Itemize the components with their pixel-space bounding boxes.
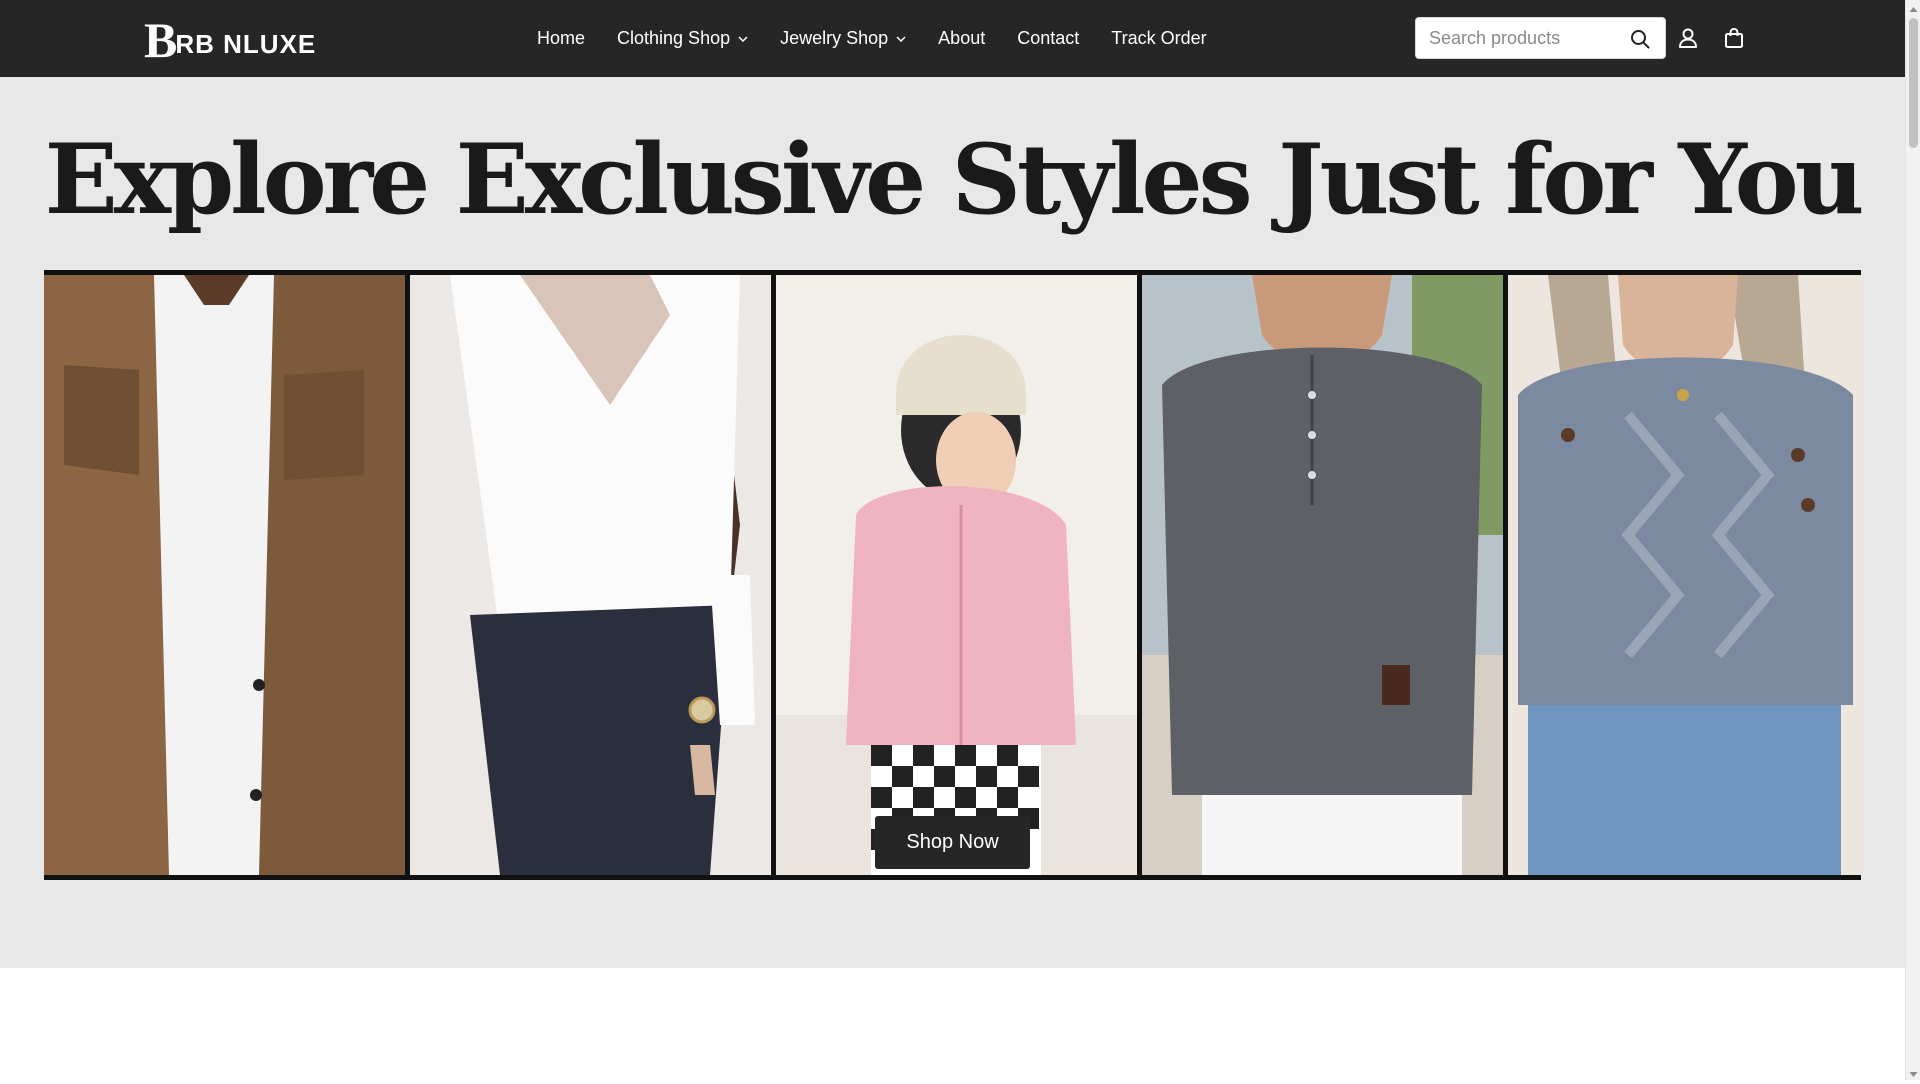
banner-panel-grey-henley bbox=[1142, 275, 1503, 875]
search-box bbox=[1415, 17, 1666, 59]
shop-now-button[interactable]: Shop Now bbox=[875, 816, 1030, 869]
main-nav: Home Clothing Shop Jewelry Shop About Co… bbox=[537, 0, 1207, 77]
scroll-down-arrow-icon[interactable] bbox=[1909, 1066, 1918, 1077]
nav-clothing-shop[interactable]: Clothing Shop bbox=[617, 28, 748, 49]
nav-track-order-label: Track Order bbox=[1111, 28, 1207, 48]
hero-banner-image bbox=[44, 270, 1861, 880]
cart-icon[interactable] bbox=[1721, 25, 1747, 51]
nav-track-order[interactable]: Track Order bbox=[1111, 28, 1206, 49]
nav-home[interactable]: Home bbox=[537, 28, 585, 49]
nav-contact[interactable]: Contact bbox=[1017, 28, 1079, 49]
nav-clothing-shop-label: Clothing Shop bbox=[617, 28, 731, 48]
hero-title: Explore Exclusive Styles Just for You bbox=[44, 123, 1865, 236]
account-icon[interactable] bbox=[1675, 25, 1701, 51]
nav-jewelry-shop-label: Jewelry Shop bbox=[780, 28, 889, 48]
banner-panel-herringbone-jacket bbox=[44, 275, 405, 875]
hero-section: Explore Exclusive Styles Just for You Sh… bbox=[0, 77, 1905, 968]
nav-about[interactable]: About bbox=[938, 28, 985, 49]
nav-about-label: About bbox=[938, 28, 986, 48]
nav-jewelry-shop[interactable]: Jewelry Shop bbox=[780, 28, 906, 49]
logo-wordmark: RB NLUXE bbox=[175, 29, 317, 59]
scroll-up-arrow-icon[interactable] bbox=[1909, 2, 1918, 12]
logo-initial: B bbox=[144, 12, 178, 68]
banner-panel-white-blouse bbox=[410, 275, 771, 875]
chevron-down-icon bbox=[738, 35, 748, 42]
site-header: B RB NLUXE Home Clothing Shop Jewelry Sh… bbox=[0, 0, 1905, 77]
scrollbar-thumb[interactable] bbox=[1909, 18, 1918, 148]
banner-panel-child-fleece bbox=[776, 275, 1137, 875]
vertical-scrollbar[interactable] bbox=[1905, 0, 1920, 1080]
search-icon[interactable] bbox=[1629, 28, 1651, 50]
nav-home-label: Home bbox=[537, 28, 586, 48]
nav-contact-label: Contact bbox=[1017, 28, 1080, 48]
chevron-down-icon bbox=[896, 35, 906, 42]
brand-logo[interactable]: B RB NLUXE bbox=[144, 12, 317, 68]
banner-panel-cable-knit-sweater bbox=[1508, 275, 1861, 875]
page: B RB NLUXE Home Clothing Shop Jewelry Sh… bbox=[0, 0, 1920, 1080]
search-input[interactable] bbox=[1416, 18, 1616, 58]
